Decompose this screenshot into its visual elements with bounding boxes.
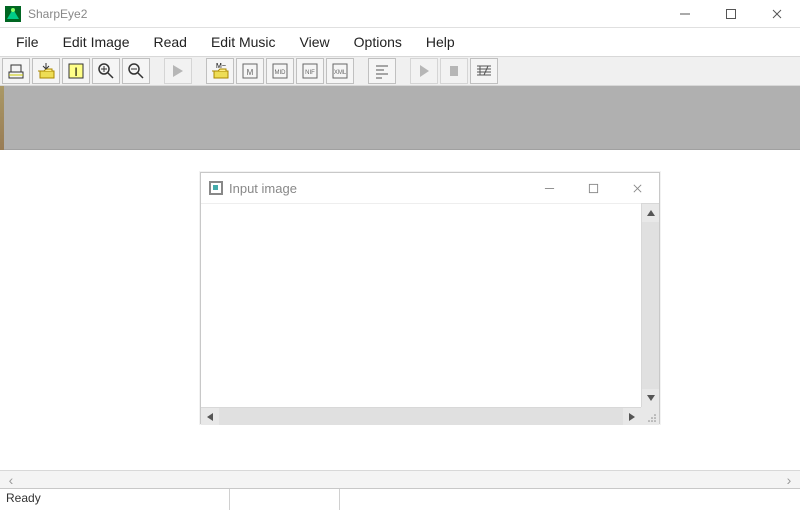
menu-edit-music[interactable]: Edit Music (199, 30, 288, 54)
app-icon (4, 5, 22, 23)
window-title: SharpEye2 (28, 7, 662, 21)
scroll-right-icon[interactable] (623, 408, 641, 425)
main-scroll-right-icon[interactable]: › (782, 472, 796, 488)
child-titlebar: Input image (201, 173, 659, 203)
vertical-scrollbar[interactable] (641, 203, 659, 407)
menubar: File Edit Image Read Edit Music View Opt… (0, 28, 800, 56)
toolbar-save-m-button[interactable]: M (236, 58, 264, 84)
menu-read[interactable]: Read (142, 30, 199, 54)
menu-view[interactable]: View (288, 30, 342, 54)
toolbar-zoom-in-button[interactable] (92, 58, 120, 84)
svg-text:M: M (247, 68, 254, 77)
menu-options[interactable]: Options (342, 30, 414, 54)
titlebar: SharpEye2 (0, 0, 800, 28)
svg-text:XML: XML (334, 70, 347, 76)
svg-text:M~: M~ (216, 63, 226, 70)
main-scroll-left-icon[interactable]: ‹ (4, 472, 18, 488)
scroll-down-icon[interactable] (642, 389, 659, 407)
image-icon (209, 181, 223, 195)
toolbar: I M~ M MID NIF XML (0, 56, 800, 86)
toolbar-save-mid-button[interactable]: MID (266, 58, 294, 84)
toolbar-align-button[interactable] (368, 58, 396, 84)
svg-text:MID: MID (275, 70, 287, 76)
toolbar-save-xml-button[interactable]: XML (326, 58, 354, 84)
maximize-button[interactable] (708, 0, 754, 28)
toolbar-scan-button[interactable] (2, 58, 30, 84)
main-canvas: Input image (0, 150, 800, 470)
toolbar-zoom-out-button[interactable] (122, 58, 150, 84)
vscroll-track[interactable] (642, 222, 659, 389)
horizontal-scrollbar[interactable] (201, 407, 641, 425)
main-horizontal-scrollbar[interactable]: ‹ › (0, 470, 800, 488)
hscroll-track[interactable] (219, 408, 623, 425)
scroll-left-icon[interactable] (201, 408, 219, 425)
ruler-strip (0, 86, 800, 150)
toolbar-open-music-button[interactable]: M~ (206, 58, 234, 84)
svg-text:I: I (74, 65, 77, 79)
child-maximize-button[interactable] (571, 173, 615, 203)
menu-file[interactable]: File (4, 30, 51, 54)
menu-edit-image[interactable]: Edit Image (51, 30, 142, 54)
input-image-window: Input image (200, 172, 660, 424)
statusbar: Ready (0, 488, 800, 510)
resize-grip-icon[interactable] (641, 407, 659, 425)
toolbar-open-image-button[interactable] (32, 58, 60, 84)
image-content-area (201, 203, 641, 407)
minimize-button[interactable] (662, 0, 708, 28)
svg-text:NIF: NIF (305, 70, 315, 76)
menu-help[interactable]: Help (414, 30, 467, 54)
toolbar-save-nif-button[interactable]: NIF (296, 58, 324, 84)
scroll-up-icon[interactable] (642, 204, 659, 222)
toolbar-stop-button[interactable] (440, 58, 468, 84)
toolbar-next-button[interactable] (164, 58, 192, 84)
child-close-button[interactable] (615, 173, 659, 203)
toolbar-play-button[interactable] (410, 58, 438, 84)
child-minimize-button[interactable] (527, 173, 571, 203)
child-window-title: Input image (229, 181, 527, 196)
toolbar-staff-button[interactable] (470, 58, 498, 84)
close-button[interactable] (754, 0, 800, 28)
toolbar-select-text-button[interactable]: I (62, 58, 90, 84)
